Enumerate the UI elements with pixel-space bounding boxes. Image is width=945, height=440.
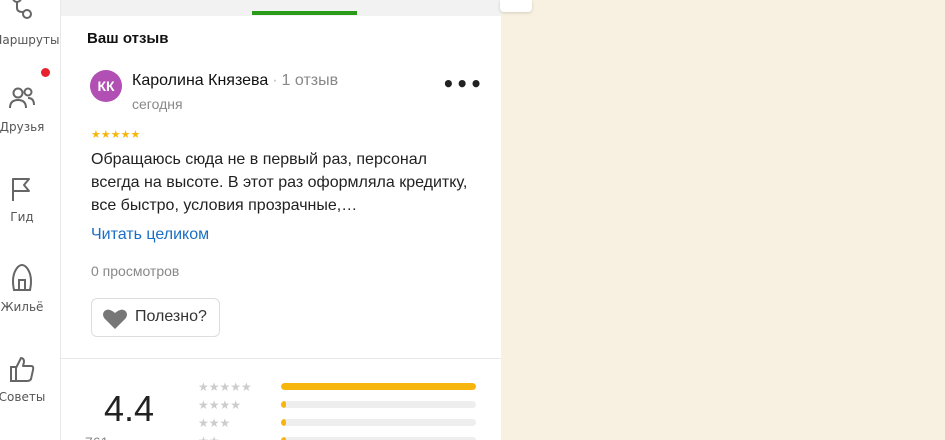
distribution-bar-fill — [281, 419, 286, 426]
distribution-row-stars: ★★★ — [198, 416, 231, 430]
author-name[interactable]: Каролина Князева — [132, 72, 268, 89]
distribution-row-stars: ★★★★ — [198, 398, 242, 412]
sidebar-item-guide[interactable]: Гид — [0, 170, 60, 240]
sidebar-item-routes[interactable]: Маршруты — [0, 0, 60, 50]
sidebar-item-friends[interactable]: Друзья — [0, 80, 60, 150]
review-author-line: Каролина Князева · 1 отзыв — [132, 72, 338, 90]
distribution-bar-fill — [281, 383, 476, 390]
overall-rating: 4.4 — [104, 388, 155, 429]
thumbs-up-icon — [10, 357, 35, 382]
sidebar-item-label: Гид — [10, 210, 34, 224]
rating-count: 761 — [85, 434, 108, 440]
sidebar-item-label: Советы — [0, 390, 46, 404]
heart-icon — [103, 309, 127, 329]
sidebar-item-label: Маршруты — [0, 33, 60, 47]
reviews-panel: Ваш отзыв КК Каролина Князева · 1 отзыв се… — [61, 0, 501, 440]
views-count: 0 просмотров — [91, 263, 180, 279]
map-control[interactable] — [500, 0, 532, 12]
helpful-label: Полезно? — [135, 308, 207, 325]
housing-icon — [12, 264, 32, 291]
review-date: сегодня — [132, 96, 183, 112]
sidebar-item-label: Жильё — [0, 300, 44, 314]
read-more-link[interactable]: Читать целиком — [91, 226, 209, 244]
separator: · — [272, 72, 278, 89]
avatar[interactable]: КК — [90, 70, 122, 102]
flag-icon — [12, 178, 30, 201]
distribution-bar — [281, 383, 476, 390]
distribution-bar — [281, 401, 476, 408]
distribution-bar — [281, 419, 476, 426]
friends-icon — [9, 87, 35, 109]
section-title: Ваш отзыв — [87, 30, 169, 47]
sidebar-item-housing[interactable]: Жильё — [0, 260, 60, 330]
review-text: Обращаюсь сюда не в первый раз, персонал… — [91, 151, 468, 214]
author-reviews-count: 1 отзыв — [281, 72, 339, 89]
route-icon — [12, 0, 32, 19]
distribution-bar-fill — [281, 401, 286, 408]
sidebar-item-tips[interactable]: Советы — [0, 350, 60, 420]
review-rating-stars: ★★★★★ — [91, 128, 141, 141]
distribution-row-stars: ★★ — [198, 434, 220, 440]
sidebar-item-label: Друзья — [0, 120, 45, 134]
more-options-button[interactable]: ••• — [442, 74, 482, 100]
notification-badge — [41, 68, 50, 77]
left-sidebar: Маршруты Друзья Гид Жильё Советы — [0, 0, 61, 440]
distribution-row-stars: ★★★★★ — [198, 380, 252, 394]
active-tab-indicator — [252, 11, 357, 15]
divider — [61, 358, 501, 359]
helpful-button[interactable]: Полезно? — [91, 298, 220, 337]
